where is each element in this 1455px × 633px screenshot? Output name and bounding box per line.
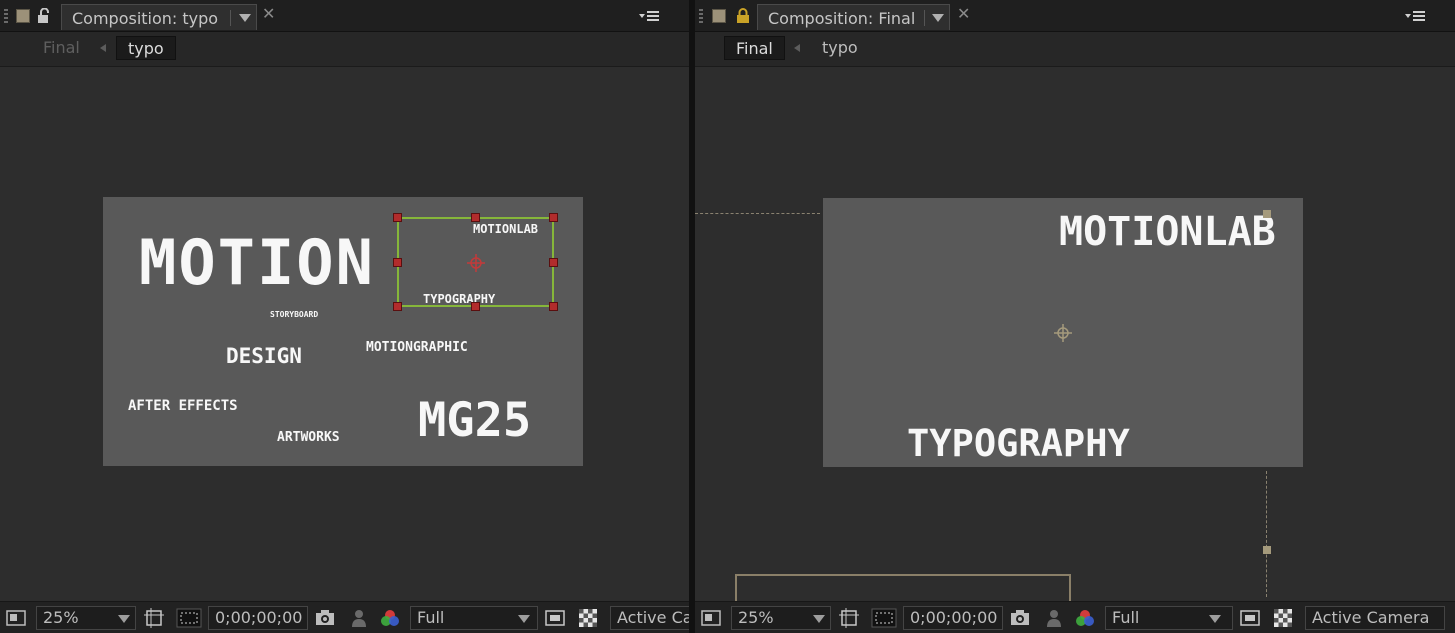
panel-grip-icon[interactable] [699, 9, 703, 24]
anchor-point-icon[interactable] [1054, 324, 1072, 342]
breadcrumb: Final typo [0, 32, 689, 67]
transform-handle[interactable] [393, 302, 402, 311]
breadcrumb-typo[interactable]: typo [116, 36, 176, 60]
chevron-down-icon[interactable] [118, 615, 130, 623]
breadcrumb-final[interactable]: Final [724, 36, 785, 60]
transform-handle[interactable] [549, 258, 558, 267]
timecode-value: 0;00;00;00 [910, 608, 998, 627]
layer-handle[interactable] [1263, 210, 1271, 218]
composition-canvas[interactable]: MOTION MOTIONLAB TYPOGRAPHY STORYBOARD D… [0, 68, 689, 601]
tab-title: Composition: typo [72, 9, 219, 28]
zoom-value: 25% [43, 608, 79, 627]
viewer-status-bar: 25% 0;00;00;00 [0, 601, 689, 633]
panel-grip-icon[interactable] [4, 9, 8, 24]
grid-guide-icon[interactable] [839, 608, 859, 628]
label-color-swatch [712, 9, 726, 23]
region-of-interest-icon[interactable] [871, 608, 897, 628]
panel-menu-icon[interactable] [638, 9, 662, 23]
timecode-value: 0;00;00;00 [215, 608, 303, 627]
composition-viewer-final: Composition: Final ✕ Final typo MOTIONLA… [695, 0, 1455, 633]
transform-handle[interactable] [471, 302, 480, 311]
camera-view-value: Active Ca [617, 608, 689, 627]
rgb-channels-icon[interactable] [1075, 608, 1095, 628]
composition-canvas[interactable]: MOTIONLAB TYPOGRAPHY [695, 68, 1455, 601]
transparency-grid-icon[interactable] [578, 608, 598, 628]
panel-tab-bar: Composition: typo ✕ [0, 0, 689, 32]
breadcrumb-arrow-icon [100, 44, 106, 52]
text-layer-after-effects[interactable]: AFTER EFFECTS [128, 399, 238, 413]
chevron-down-icon[interactable] [813, 615, 825, 623]
transform-handle[interactable] [393, 213, 402, 222]
text-layer-storyboard[interactable]: STORYBOARD [270, 311, 318, 319]
text-layer-typography[interactable]: TYPOGRAPHY [907, 425, 1130, 462]
rgb-channels-icon[interactable] [380, 608, 400, 628]
region-of-interest-icon[interactable] [176, 608, 202, 628]
transform-handle[interactable] [393, 258, 402, 267]
resolution-value: Full [1112, 608, 1140, 627]
composition-viewer-typo: Composition: typo ✕ Final typo MOTION MO… [0, 0, 689, 633]
lock-icon[interactable] [736, 8, 750, 24]
chevron-down-icon[interactable] [932, 14, 944, 22]
panel-tab-bar: Composition: Final ✕ [695, 0, 1455, 32]
breadcrumb-arrow-icon [794, 44, 800, 52]
camera-icon[interactable] [1010, 608, 1030, 628]
chevron-down-icon[interactable] [518, 615, 530, 623]
breadcrumb-final[interactable]: Final [32, 36, 91, 60]
transform-handle[interactable] [549, 213, 558, 222]
resolution-value: Full [417, 608, 445, 627]
text-layer-mg25[interactable]: MG25 [418, 397, 531, 444]
layer-handle[interactable] [1263, 546, 1271, 554]
fast-previews-icon[interactable] [1240, 608, 1260, 628]
composition-frame[interactable]: MOTIONLAB TYPOGRAPHY [823, 198, 1303, 467]
tab-composition-final[interactable]: Composition: Final [757, 4, 950, 30]
viewer-status-bar: 25% 0;00;00;00 [695, 601, 1455, 633]
tab-separator [230, 10, 231, 26]
panel-menu-icon[interactable] [1404, 9, 1428, 23]
zoom-value: 25% [738, 608, 774, 627]
person-icon[interactable] [349, 608, 369, 628]
person-icon[interactable] [1044, 608, 1064, 628]
transform-handle[interactable] [471, 213, 480, 222]
label-color-swatch [16, 9, 30, 23]
breadcrumb-typo[interactable]: typo [811, 36, 869, 60]
text-layer-artworks[interactable]: ARTWORKS [277, 431, 340, 444]
breadcrumb: Final typo [695, 32, 1455, 67]
layer-outline-box [735, 574, 1071, 601]
layer-outline-guide [1266, 471, 1267, 597]
unlock-icon[interactable] [37, 8, 51, 24]
camera-icon[interactable] [315, 608, 335, 628]
anchor-point-icon[interactable] [467, 254, 485, 272]
current-time-field[interactable]: 0;00;00;00 [903, 606, 1003, 630]
current-time-field[interactable]: 0;00;00;00 [208, 606, 308, 630]
close-icon[interactable]: ✕ [262, 4, 275, 23]
text-layer-design[interactable]: DESIGN [226, 346, 302, 367]
camera-view-value: Active Camera [1312, 608, 1430, 627]
fast-previews-icon[interactable] [545, 608, 565, 628]
always-preview-icon[interactable] [6, 608, 26, 628]
layer-outline-guide [695, 213, 820, 214]
text-layer-motion[interactable]: MOTION [139, 232, 375, 294]
tab-title: Composition: Final [768, 9, 916, 28]
always-preview-icon[interactable] [701, 608, 721, 628]
text-layer-motionlab[interactable]: MOTIONLAB [1059, 212, 1276, 252]
chevron-down-icon[interactable] [239, 14, 251, 22]
close-icon[interactable]: ✕ [957, 4, 970, 23]
chevron-down-icon[interactable] [1209, 615, 1221, 623]
camera-view-select[interactable]: Active Camera [1305, 606, 1445, 630]
tab-composition-typo[interactable]: Composition: typo [61, 4, 257, 30]
transparency-grid-icon[interactable] [1273, 608, 1293, 628]
grid-guide-icon[interactable] [144, 608, 164, 628]
camera-view-select[interactable]: Active Ca [610, 606, 689, 630]
text-layer-motiongraphic[interactable]: MOTIONGRAPHIC [366, 341, 468, 354]
transform-handle[interactable] [549, 302, 558, 311]
tab-separator [924, 10, 925, 26]
